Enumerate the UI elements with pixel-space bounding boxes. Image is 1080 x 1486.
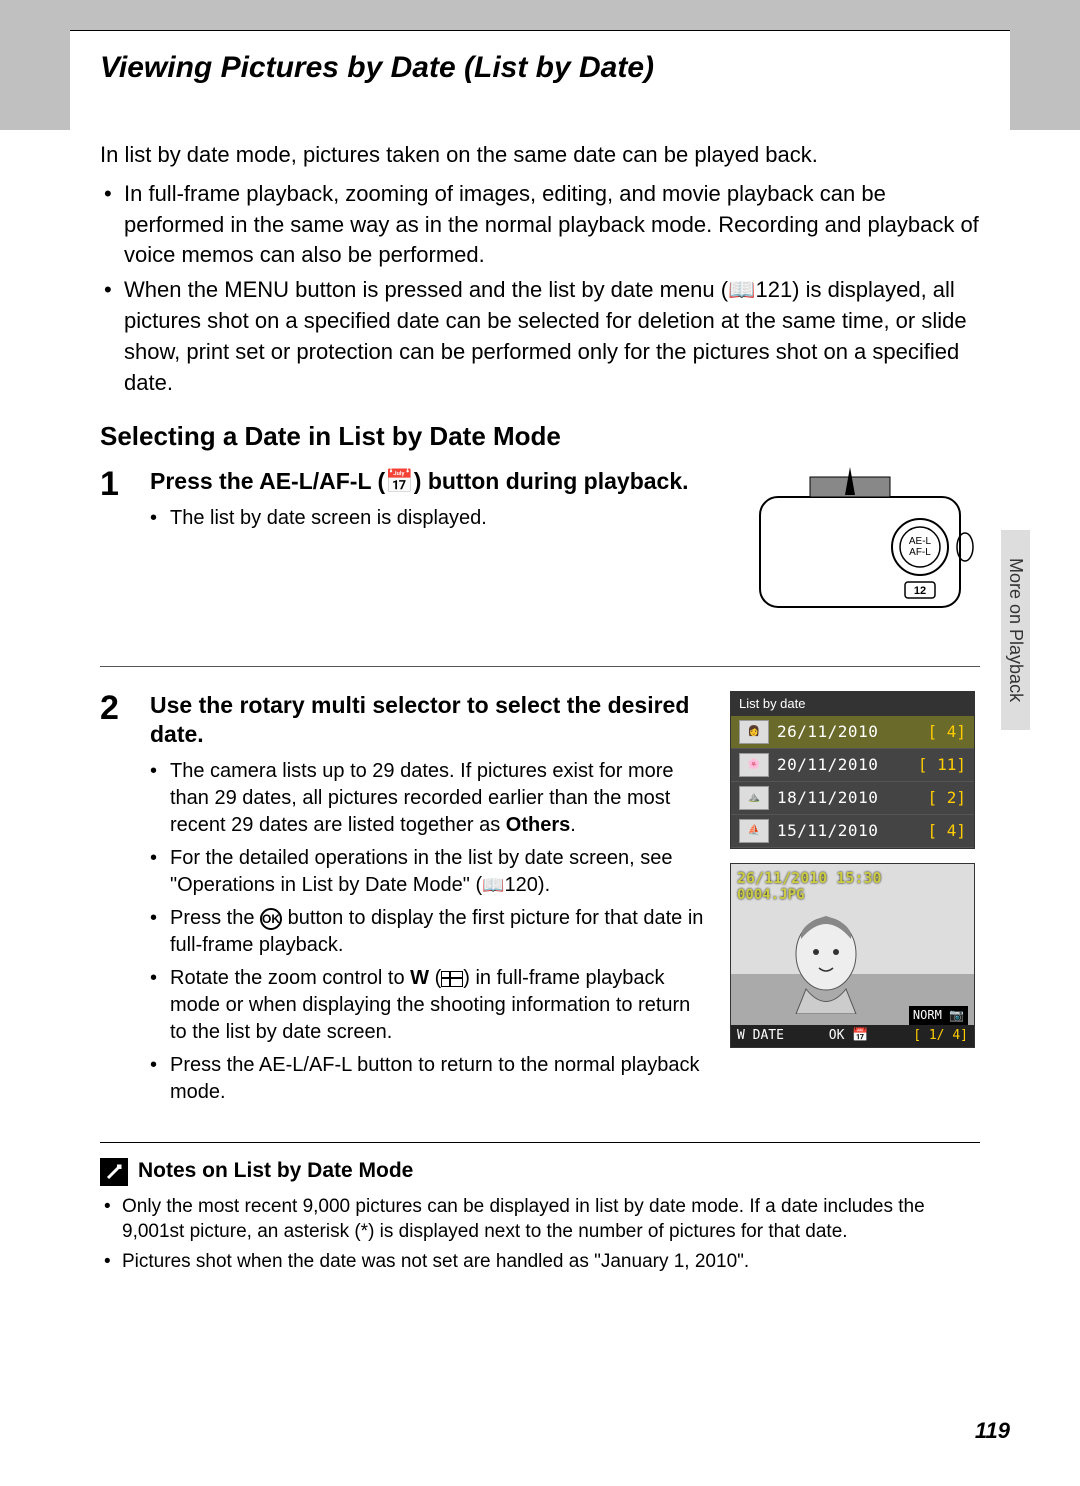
date-row-1: 👩 26/11/2010 [ 4] [731,716,974,749]
step-2-bullet-2: For the detailed operations in the list … [150,845,710,899]
pb-bottom-bar: W DATE OK 📅 [ 1/ 4] [731,1025,974,1047]
pb-norm-badge: NORM 📷 [909,1006,968,1025]
svg-text:12: 12 [914,585,926,597]
section-divider [100,1142,980,1143]
count-1: [ 4] [927,721,966,743]
date-list-screen: List by date 👩 26/11/2010 [ 4] 🌸 20/11/2… [730,691,975,849]
step-2-bullet-1: The camera lists up to 29 dates. If pict… [150,758,710,839]
step-2-title: Use the rotary multi selector to select … [150,691,710,751]
date-row-2: 🌸 20/11/2010 [ 11] [731,749,974,782]
date-1: 26/11/2010 [777,721,919,743]
page-header-bar: Viewing Pictures by Date (List by Date) [0,0,1080,130]
thumb-icon: 🌸 [739,753,769,777]
step-2-bullet-4: Rotate the zoom control to W () in full-… [150,965,710,1046]
count-3: [ 2] [927,787,966,809]
date-row-4: ⛵ 15/11/2010 [ 4] [731,815,974,848]
w-icon: W [410,967,429,989]
b1a: The camera lists up to 29 dates. If pict… [170,760,674,836]
main-content: In list by date mode, pictures taken on … [0,130,1080,1112]
thumb-icon: 👩 [739,720,769,744]
thumb-icon: ⛵ [739,819,769,843]
step-1-bullet: The list by date screen is displayed. [150,505,730,532]
pb-bm: OK 📅 [829,1027,869,1045]
notes-item-2: Pictures shot when the date was not set … [104,1249,980,1275]
step-2-number: 2 [100,691,130,1113]
notes-title: Notes on List by Date Mode [100,1157,980,1185]
b3a: Press the [170,907,260,929]
intro-bullet-1: In full-frame playback, zooming of image… [124,179,980,271]
notes-section: Notes on List by Date Mode Only the most… [0,1157,1080,1274]
b1b: Others [506,814,570,836]
pb-filename: 0004.JPG [737,886,804,906]
b2b: 120). [505,874,551,896]
step-2: 2 Use the rotary multi selector to selec… [100,691,980,1113]
svg-text:AE-L: AE-L [909,536,932,547]
step-1-title-a: Press the [150,468,259,494]
date-list-header: List by date [731,692,974,716]
page-number: 119 [975,1418,1010,1444]
warning-icon [100,1158,128,1186]
svg-text:AF-L: AF-L [909,547,931,558]
playback-preview: 26/11/2010 15:30 0004.JPG NORM 📷 W DATE … [730,863,975,1048]
b4a: Rotate the zoom control to [170,967,410,989]
intro-bullet-2: When the MENU button is pressed and the … [124,275,980,398]
intro-text: In list by date mode, pictures taken on … [100,140,980,171]
thumbnail-icon [441,971,463,987]
step-2-bullet-5: Press the AE-L/AF-L button to return to … [150,1052,710,1106]
notes-title-text: Notes on List by Date Mode [138,1157,413,1185]
face-illustration [781,904,871,1014]
side-tab: More on Playback [1001,530,1030,730]
date-row-3: ⛰️ 18/11/2010 [ 2] [731,782,974,815]
date-3: 18/11/2010 [777,787,919,809]
count-4: [ 4] [927,820,966,842]
step-1-title: Press the AE-L/AF-L (📅) button during pl… [150,467,730,497]
intro-bullets: In full-frame playback, zooming of image… [124,179,980,399]
step-1: 1 Press the AE-L/AF-L (📅) button during … [100,467,980,667]
count-2: [ 11] [918,754,966,776]
book-icon: 📖 [482,875,504,895]
step-1-number: 1 [100,467,130,636]
b2a: For the detailed operations in the list … [170,847,673,896]
step-2-bullet-3: Press the OK button to display the first… [150,905,710,959]
pb-bl: W DATE [737,1027,784,1045]
thumb-icon: ⛰️ [739,786,769,810]
date-4: 15/11/2010 [777,820,919,842]
pb-br: [ 1/ 4] [913,1027,968,1045]
ok-icon: OK [260,908,282,930]
camera-illustration: AE-L AF-L 12 [750,467,980,636]
step-1-title-b: AE-L/AF-L (📅) button during playback. [259,468,688,494]
page-title: Viewing Pictures by Date (List by Date) [100,51,980,85]
notes-item-1: Only the most recent 9,000 pictures can … [104,1194,980,1245]
b1c: . [570,814,576,836]
date-2: 20/11/2010 [777,754,910,776]
section-subheading: Selecting a Date in List by Date Mode [100,418,980,454]
